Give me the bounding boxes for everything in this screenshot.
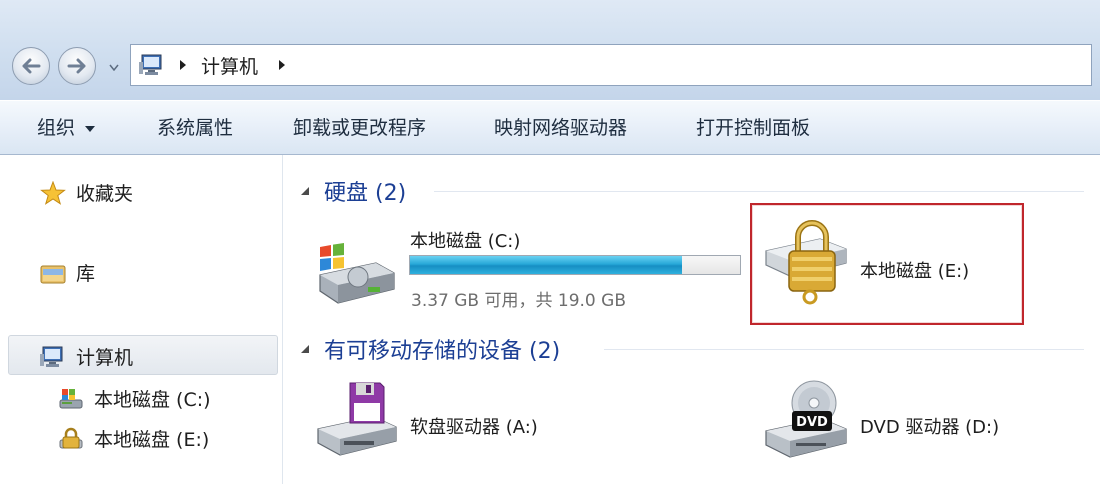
drive-free-space: 3.37 GB 可用，共 19.0 GB bbox=[411, 291, 626, 311]
floppy-drive-icon bbox=[317, 382, 397, 456]
sidebar-item-drive-c[interactable]: 本地磁盘 (C:) bbox=[58, 385, 211, 412]
back-button[interactable] bbox=[12, 47, 50, 85]
sidebar-item-favorites[interactable]: 收藏夹 bbox=[40, 179, 133, 206]
chevron-down-icon bbox=[85, 125, 96, 132]
drive-name: 软盘驱动器 (A:) bbox=[410, 417, 538, 438]
system-properties-button[interactable]: 系统属性 bbox=[157, 114, 233, 142]
organize-label: 组织 bbox=[37, 117, 76, 139]
forward-button[interactable] bbox=[58, 47, 96, 85]
drive-name: 本地磁盘 (C:) bbox=[410, 231, 521, 252]
star-icon bbox=[40, 180, 66, 205]
drive-tile-e[interactable]: 本地磁盘 (E:) bbox=[762, 209, 1017, 319]
computer-icon bbox=[139, 54, 162, 75]
sidebar-item-libraries[interactable]: 库 bbox=[40, 259, 95, 286]
group-title: 有可移动存储的设备 (2) bbox=[324, 339, 561, 364]
windows-drive-icon bbox=[319, 243, 395, 304]
uninstall-program-button[interactable]: 卸载或更改程序 bbox=[293, 114, 426, 142]
drive-name: 本地磁盘 (E:) bbox=[860, 261, 970, 282]
open-control-panel-button[interactable]: 打开控制面板 bbox=[696, 114, 810, 142]
group-divider bbox=[434, 191, 1084, 192]
locked-drive-icon bbox=[59, 427, 83, 448]
dvd-drive-icon: DVD bbox=[765, 380, 847, 458]
recent-pages-button[interactable] bbox=[107, 61, 121, 73]
map-network-drive-button[interactable]: 映射网络驱动器 bbox=[494, 114, 627, 142]
drive-tile-a[interactable]: 软盘驱动器 (A:) bbox=[314, 373, 614, 473]
sidebar-item-drive-e[interactable]: 本地磁盘 (E:) bbox=[58, 425, 209, 452]
back-arrow-icon bbox=[22, 58, 41, 74]
drive-usage-fill bbox=[410, 256, 682, 274]
breadcrumb-separator-icon[interactable] bbox=[179, 60, 187, 70]
collapse-triangle-icon[interactable] bbox=[300, 344, 310, 354]
navigation-pane: 收藏夹 库 计算机 本地磁盘 (C:) 本地磁盘 (E:) bbox=[0, 155, 283, 484]
address-bar-region: 计算机 bbox=[0, 0, 1100, 100]
group-divider bbox=[604, 349, 1084, 350]
chevron-down-icon bbox=[109, 64, 119, 71]
drive-usage-bar bbox=[409, 255, 741, 275]
group-header-removable[interactable]: 有可移动存储的设备 (2) bbox=[300, 333, 560, 365]
sidebar-item-label: 收藏夹 bbox=[76, 183, 134, 205]
library-icon bbox=[40, 265, 66, 283]
organize-button[interactable]: 组织 bbox=[37, 114, 96, 142]
dvd-badge: DVD bbox=[796, 415, 828, 430]
sidebar-item-label: 计算机 bbox=[76, 347, 134, 369]
sidebar-item-label: 库 bbox=[76, 263, 96, 285]
address-input[interactable]: 计算机 bbox=[130, 44, 1092, 86]
group-header-hard-disks[interactable]: 硬盘 (2) bbox=[300, 175, 406, 207]
computer-icon bbox=[40, 346, 63, 367]
drive-tile-d[interactable]: DVD DVD 驱动器 (D:) bbox=[762, 373, 1062, 473]
collapse-triangle-icon[interactable] bbox=[300, 186, 310, 196]
sidebar-item-label: 本地磁盘 (E:) bbox=[94, 429, 210, 451]
breadcrumb-separator-icon[interactable] bbox=[278, 60, 286, 70]
system-drive-icon bbox=[59, 388, 83, 408]
sidebar-item-computer[interactable]: 计算机 bbox=[40, 343, 133, 370]
drive-tile-c[interactable]: 本地磁盘 (C:) 3.37 GB 可用，共 19.0 GB bbox=[314, 219, 754, 315]
group-title: 硬盘 (2) bbox=[324, 181, 407, 206]
breadcrumb-computer[interactable]: 计算机 bbox=[201, 52, 258, 79]
drive-name: DVD 驱动器 (D:) bbox=[860, 417, 1000, 438]
content-pane: 硬盘 (2) 本地磁盘 (C:) 3.37 GB 可用，共 19.0 GB 本地… bbox=[284, 155, 1100, 484]
padlock-drive-icon bbox=[765, 220, 847, 305]
command-bar: 组织 系统属性 卸载或更改程序 映射网络驱动器 打开控制面板 bbox=[0, 100, 1100, 155]
forward-arrow-icon bbox=[67, 58, 86, 74]
sidebar-item-label: 本地磁盘 (C:) bbox=[94, 389, 211, 411]
